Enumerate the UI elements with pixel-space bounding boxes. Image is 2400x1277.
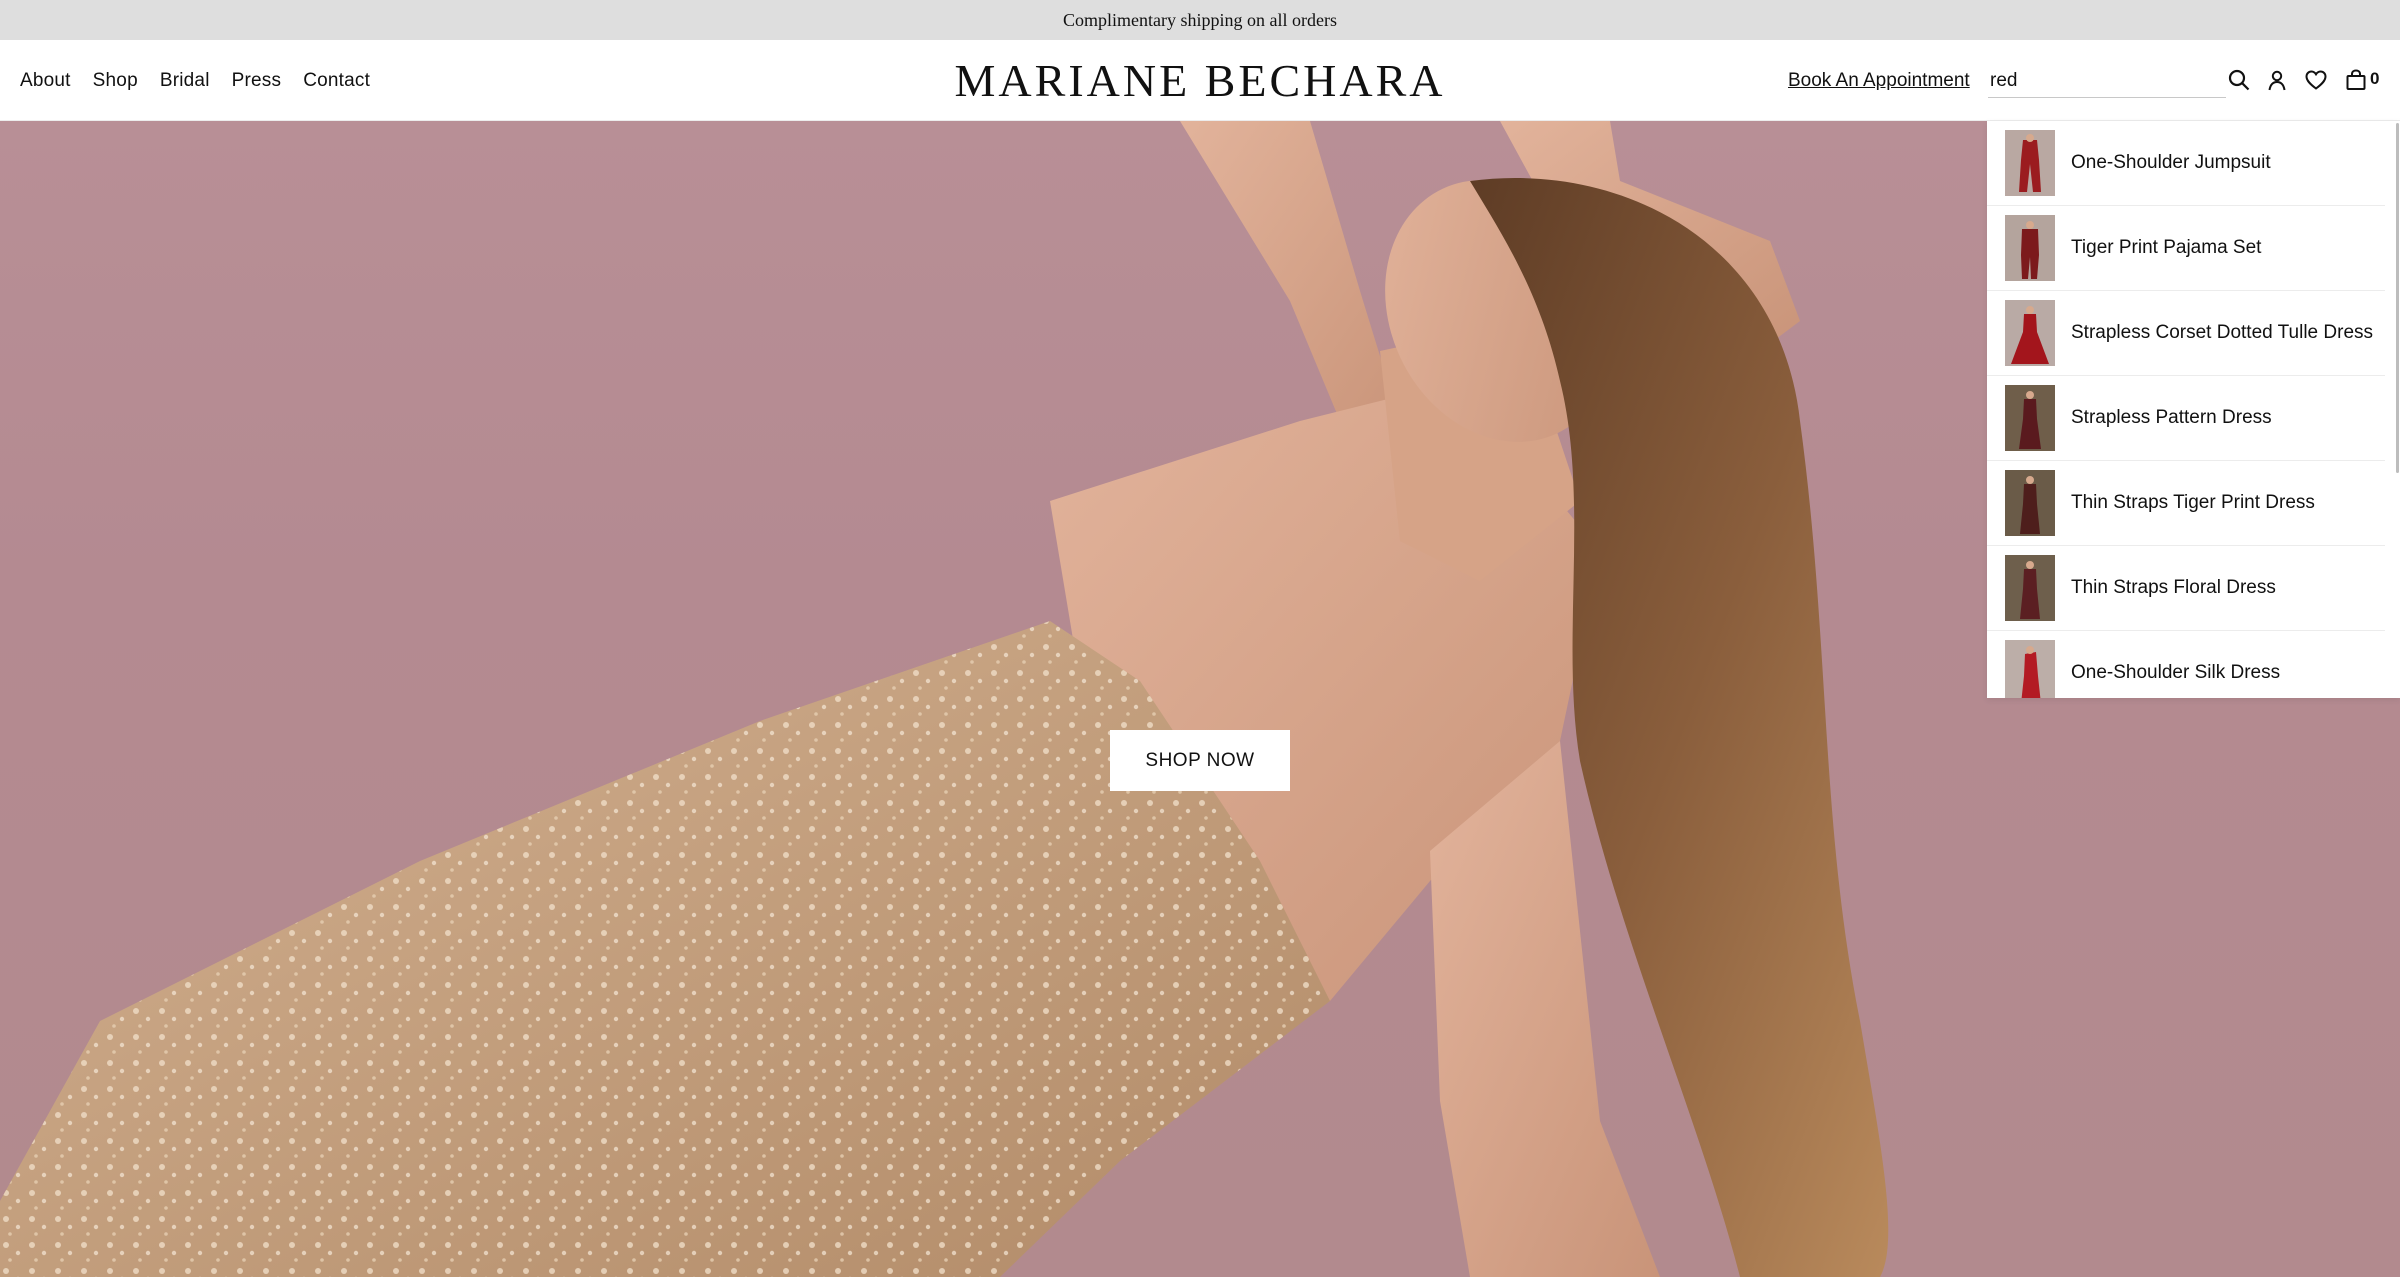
cart-bag-icon[interactable] <box>2342 66 2370 94</box>
product-thumbnail <box>2005 555 2055 621</box>
nav-shop[interactable]: Shop <box>93 70 138 92</box>
search-result-label: One-Shoulder Jumpsuit <box>2071 152 2271 173</box>
product-thumbnail <box>2005 215 2055 281</box>
product-thumbnail <box>2005 640 2055 698</box>
shop-now-button[interactable]: SHOP NOW <box>1110 730 1290 791</box>
dropdown-scrollbar[interactable] <box>2396 123 2399 473</box>
nav-about[interactable]: About <box>20 70 71 92</box>
site-header: About Shop Bridal Press Contact MARIANE … <box>0 40 2400 121</box>
search-result-item[interactable]: Strapless Corset Dotted Tulle Dress <box>1987 291 2385 376</box>
nav-contact[interactable]: Contact <box>303 70 370 92</box>
cart-count-badge: 0 <box>2370 69 2380 88</box>
search-result-label: One-Shoulder Silk Dress <box>2071 662 2281 683</box>
search-result-item[interactable]: Thin Straps Tiger Print Dress <box>1987 461 2385 546</box>
search-result-item[interactable]: One-Shoulder Jumpsuit <box>1987 121 2385 206</box>
search-results-dropdown: One-Shoulder Jumpsuit Tiger Print Pajama… <box>1987 121 2400 698</box>
announcement-bar: Complimentary shipping on all orders <box>0 0 2400 40</box>
search-result-label: Thin Straps Floral Dress <box>2071 577 2276 598</box>
main-nav: About Shop Bridal Press Contact <box>20 40 370 121</box>
search-result-label: Tiger Print Pajama Set <box>2071 237 2262 258</box>
product-thumbnail <box>2005 470 2055 536</box>
search-field-wrapper <box>1988 64 2226 98</box>
search-icon[interactable] <box>2225 66 2253 94</box>
nav-bridal[interactable]: Bridal <box>160 70 210 92</box>
product-thumbnail <box>2005 130 2055 196</box>
book-appointment-link[interactable]: Book An Appointment <box>1788 40 1970 121</box>
announcement-text: Complimentary shipping on all orders <box>1063 9 1337 30</box>
search-result-item[interactable]: Tiger Print Pajama Set <box>1987 206 2385 291</box>
wishlist-heart-icon[interactable] <box>2302 66 2330 94</box>
search-result-label: Strapless Corset Dotted Tulle Dress <box>2071 322 2374 343</box>
search-input[interactable] <box>1988 64 2226 97</box>
product-thumbnail <box>2005 385 2055 451</box>
search-result-item[interactable]: Thin Straps Floral Dress <box>1987 546 2385 631</box>
account-icon[interactable] <box>2263 66 2291 94</box>
product-thumbnail <box>2005 300 2055 366</box>
search-result-item[interactable]: One-Shoulder Silk Dress <box>1987 631 2385 698</box>
search-result-label: Thin Straps Tiger Print Dress <box>2071 492 2315 513</box>
search-result-label: Strapless Pattern Dress <box>2071 407 2272 428</box>
brand-logo[interactable]: MARIANE BECHARA <box>955 54 1446 107</box>
search-result-item[interactable]: Strapless Pattern Dress <box>1987 376 2385 461</box>
nav-press[interactable]: Press <box>232 70 282 92</box>
